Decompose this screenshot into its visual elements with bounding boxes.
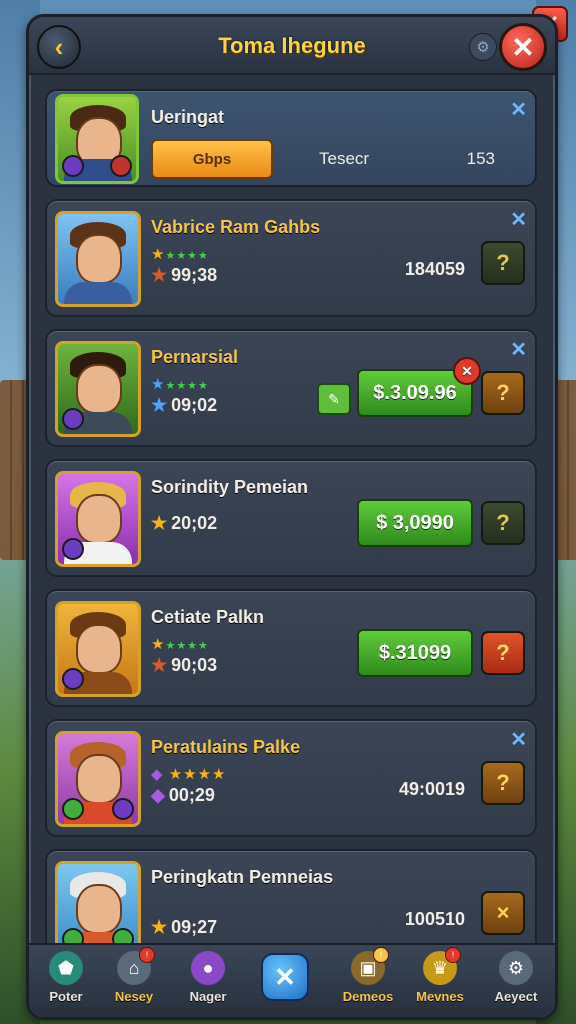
help-button[interactable]: ? — [481, 501, 525, 545]
badge-icon — [62, 668, 84, 690]
nav-item-nesey[interactable]: ⌂! Nesey — [99, 947, 169, 1004]
player-score: 49:0019 — [398, 779, 465, 799]
star-rating: ★★★★★ — [151, 636, 209, 653]
tab-button[interactable]: Gbps — [151, 139, 273, 179]
header-bar: ‹ Toma Ihegune ⚙ ✕ — [29, 17, 555, 75]
nav-item-aeyect[interactable]: ⚙ Aeyect — [481, 951, 551, 1004]
badge-icon — [62, 155, 84, 177]
nav-label: Poter — [49, 989, 83, 1004]
price-button[interactable]: $ 3,0990 — [357, 499, 473, 547]
star-rating: ★★★★★ — [151, 376, 209, 393]
player-name: Vabrice Ram Gahbs — [151, 217, 321, 237]
avatar — [55, 471, 141, 567]
nav-item-poter[interactable]: ⬟ Poter — [31, 951, 101, 1004]
avatar — [55, 94, 139, 184]
dismiss-icon[interactable]: ✕ — [510, 337, 527, 362]
player-card[interactable]: Cetiate Palkn ★★★★★ ★ 90;03 $.31099 ? — [45, 589, 537, 707]
nav-item-mevnes[interactable]: ♛! Mevnes — [405, 947, 475, 1004]
avatar — [55, 211, 141, 307]
avatar — [55, 601, 141, 697]
close-nav-button[interactable]: ✕ — [261, 953, 309, 1001]
player-card[interactable]: Vabrice Ram Gahbs ★★★★★ ★ 99;38 184059 ✕ … — [45, 199, 537, 317]
tab-count: 153 — [466, 149, 495, 168]
badge-icon — [112, 798, 134, 820]
house-icon: ⌂! — [117, 947, 155, 985]
player-stat: ★ 99;38 — [151, 265, 218, 285]
star-rating: ◆ ★★★★ — [151, 766, 227, 783]
nav-label: Mevnes — [416, 989, 464, 1004]
badge-icon — [62, 538, 84, 560]
player-card-featured[interactable]: Ueringat Gbps Tesecr 153 ✕ — [45, 89, 537, 187]
star-rating: ★★★★★ — [151, 246, 209, 263]
tab-label: Tesecr — [319, 149, 370, 168]
purple-orb-icon: ● — [191, 951, 225, 985]
avatar — [55, 731, 141, 827]
dismiss-icon[interactable]: ✕ — [510, 727, 527, 752]
player-stat: ★ 20;02 — [151, 513, 218, 533]
close-icon: ✕ — [274, 961, 296, 992]
gold-icon: ♛! — [423, 947, 461, 985]
player-name: Cetiate Palkn — [151, 607, 265, 627]
player-stat: ★ 90;03 — [151, 655, 218, 675]
player-stat: ★ 09;02 — [151, 395, 218, 415]
nav-label: Aeyect — [494, 989, 538, 1004]
gear-icon: ⚙ — [476, 39, 490, 56]
badge-icon — [110, 155, 132, 177]
badge-icon — [62, 798, 84, 820]
player-stat: ◆ 00;29 — [151, 785, 215, 805]
player-stat: ★ 09;27 — [151, 917, 218, 937]
help-button[interactable]: ? — [481, 761, 525, 805]
bottom-nav: ⬟ Poter ⌂! Nesey ● Nager ✕ ▣! Demeos ♛! … — [29, 943, 555, 1017]
player-name: Peratulains Palke — [151, 737, 301, 757]
star-icon: ★ — [151, 917, 168, 937]
price-button[interactable]: $.31099 — [357, 629, 473, 677]
star-icon: ★ — [151, 513, 168, 533]
nav-label: Nager — [189, 989, 227, 1004]
help-button[interactable]: ? — [481, 371, 525, 415]
chest-icon: ▣! — [351, 947, 389, 985]
player-card[interactable]: Sorindity Pemeian ★ 20;02 $ 3,0990 ? — [45, 459, 537, 577]
player-score: 184059 — [404, 259, 465, 279]
nav-label: Nesey — [114, 989, 154, 1004]
avatar — [55, 341, 141, 437]
help-button[interactable]: ? — [481, 631, 525, 675]
star-icon: ★ — [151, 265, 168, 285]
player-name: Peringkatn Pemneias — [151, 867, 334, 887]
help-button[interactable]: ? — [481, 241, 525, 285]
player-name: Ueringat — [151, 107, 225, 127]
nav-item-demeos[interactable]: ▣! Demeos — [333, 947, 403, 1004]
close-button[interactable]: ✕ — [499, 23, 547, 71]
gem-icon: ◆ — [151, 785, 165, 805]
player-list: Ueringat Gbps Tesecr 153 ✕ Vabrice Ram G… — [45, 89, 537, 979]
badge-icon — [62, 408, 84, 430]
star-icon: ★ — [151, 395, 168, 415]
player-card[interactable]: Peratulains Palke ◆ ★★★★ ◆ 00;29 49:0019 … — [45, 719, 537, 837]
player-name: Pernarsial — [151, 347, 239, 367]
gear-icon: ⚙ — [499, 951, 533, 985]
player-name: Sorindity Pemeian — [151, 477, 309, 497]
dismiss-icon[interactable]: ✕ — [510, 97, 527, 122]
nav-label: Demeos — [342, 989, 394, 1004]
remove-button[interactable]: × — [481, 891, 525, 935]
player-card[interactable]: Pernarsial ★★★★★ ★ 09;02 ✎ $.3.09.96 ✕ ✕ ? — [45, 329, 537, 447]
close-icon: ✕ — [511, 31, 535, 63]
star-icon: ★ — [151, 655, 168, 675]
player-score: 100510 — [404, 909, 465, 929]
dismiss-icon[interactable]: ✕ — [510, 207, 527, 232]
leaf-button[interactable]: ✎ — [317, 383, 351, 415]
settings-button[interactable]: ⚙ — [469, 33, 497, 61]
leaderboard-panel: ‹ Toma Ihegune ⚙ ✕ Ueringat Gbps Tesecr … — [26, 14, 558, 1020]
gem-icon: ⬟ — [49, 951, 83, 985]
price-button[interactable]: $.3.09.96 ✕ — [357, 357, 481, 417]
nav-item-nager[interactable]: ● Nager — [173, 951, 243, 1004]
close-icon[interactable]: ✕ — [453, 357, 481, 385]
